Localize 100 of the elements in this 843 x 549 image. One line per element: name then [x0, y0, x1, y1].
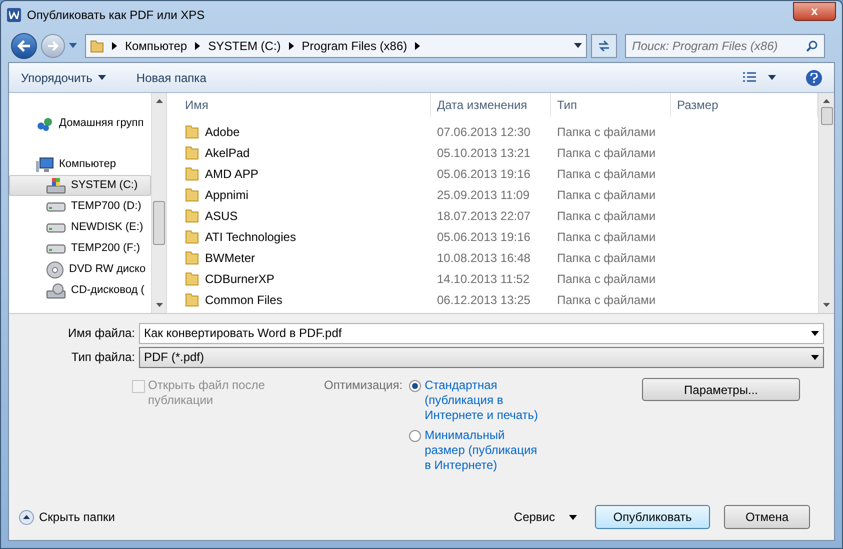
- new-folder-button[interactable]: Новая папка: [136, 68, 206, 86]
- file-name-cell[interactable]: BWMeter: [205, 248, 256, 266]
- folder-icon: [185, 292, 199, 307]
- collapse-icon: [19, 510, 34, 524]
- file-name-cell[interactable]: Appnimi: [205, 186, 248, 204]
- dropdown-arrow-icon: [98, 75, 106, 80]
- history-dropdown-icon[interactable]: [69, 42, 77, 48]
- help-icon[interactable]: [806, 70, 822, 86]
- table-cell-text: 05.06.2013 19:16: [436, 228, 532, 246]
- table-cell-text: 25.09.2013 11:09: [436, 186, 531, 204]
- breadcrumb-item[interactable]: Компьютер: [125, 36, 188, 54]
- table-cell-text: 18.07.2013 22:07: [436, 208, 532, 224]
- tools-menu-button[interactable]: Сервис: [514, 508, 577, 526]
- publish-button[interactable]: Опубликовать: [595, 505, 710, 529]
- table-cell-text: 05.06.2013 19:16: [436, 166, 532, 182]
- table-cell-text: Папка с файлами: [556, 208, 657, 224]
- column-header[interactable]: Тип: [551, 93, 671, 117]
- back-button[interactable]: [11, 32, 37, 58]
- table-cell-text: 07.06.2013 12:30: [436, 124, 532, 140]
- view-options-icon[interactable]: [742, 70, 758, 84]
- sidebar-item[interactable]: TEMP700 (D:): [9, 196, 151, 217]
- file-name-cell[interactable]: Adobe: [205, 122, 240, 140]
- hide-folders-button[interactable]: Скрыть папки: [19, 508, 115, 526]
- table-cell-text: 10.08.2013 16:48: [436, 250, 532, 266]
- file-name-cell[interactable]: CDBurnerXP: [205, 270, 274, 288]
- word-app-icon: [7, 8, 21, 22]
- folder-icon: [185, 166, 199, 181]
- dropdown-arrow-icon: [569, 514, 577, 520]
- file-list-scrollbar[interactable]: [818, 93, 834, 313]
- system-drive-icon: [46, 178, 66, 194]
- view-dropdown-icon[interactable]: [768, 75, 776, 80]
- breadcrumb-separator-icon[interactable]: [288, 42, 294, 50]
- table-cell-text: Папка с файлами: [556, 228, 657, 246]
- breadcrumb-separator-icon[interactable]: [415, 42, 420, 50]
- organize-menu-button[interactable]: Упорядочить: [21, 68, 106, 86]
- folder-icon: [185, 229, 199, 244]
- scroll-thumb[interactable]: [820, 107, 832, 125]
- sidebar-item[interactable]: Домашняя групп: [9, 113, 151, 134]
- scroll-down-icon[interactable]: [156, 303, 162, 307]
- sidebar-item[interactable]: DVD RW диско: [9, 259, 151, 280]
- table-cell-text: 06.12.2013 13:25: [436, 292, 532, 308]
- sidebar-item[interactable]: TEMP200 (F:): [9, 238, 151, 259]
- breadcrumb-item[interactable]: SYSTEM (C:): [208, 36, 281, 54]
- table-cell-text: 14.10.2013 11:52: [436, 270, 531, 288]
- breadcrumb-separator-icon[interactable]: [112, 42, 117, 50]
- radio-button[interactable]: [408, 380, 421, 392]
- file-name-label: Имя файла:: [67, 325, 135, 342]
- address-bar[interactable]: Компьютер SYSTEM (C:) Program Files (x86): [85, 34, 587, 58]
- table-cell-text: Папка с файлами: [556, 124, 657, 140]
- sidebar-item[interactable]: CD-дисковод (: [9, 280, 151, 301]
- network-icon: [36, 116, 54, 132]
- computer-icon: [36, 156, 54, 172]
- folder-icon: [90, 38, 104, 52]
- scroll-thumb[interactable]: [153, 201, 165, 245]
- sidebar-item[interactable]: Компьютер: [9, 154, 151, 175]
- options-button[interactable]: Параметры...: [642, 378, 800, 401]
- file-name-cell[interactable]: Common Files: [205, 290, 282, 308]
- scroll-up-icon[interactable]: [156, 99, 162, 103]
- table-cell-text: Папка с файлами: [556, 270, 657, 288]
- file-name-cell[interactable]: ASUS: [205, 206, 238, 224]
- breadcrumb-separator-icon[interactable]: [195, 42, 200, 50]
- column-header[interactable]: Дата изменения: [431, 93, 551, 117]
- scroll-down-icon[interactable]: [823, 303, 830, 307]
- left-arrow-icon: [17, 40, 31, 52]
- address-dropdown-icon[interactable]: [574, 43, 582, 48]
- radio-button[interactable]: [408, 430, 421, 442]
- refresh-button[interactable]: [591, 34, 617, 58]
- radio-label[interactable]: Минимальный размер (публикация в Интернете): [424, 428, 547, 473]
- right-arrow-icon: [47, 40, 59, 50]
- folder-icon: [185, 187, 199, 202]
- window-title: Опубликовать как PDF или XPS: [27, 7, 205, 24]
- column-header[interactable]: Имя: [167, 93, 431, 117]
- cancel-button[interactable]: Отмена: [724, 505, 810, 529]
- breadcrumb-item[interactable]: Program Files (x86): [302, 36, 408, 54]
- folder-icon: [185, 145, 199, 160]
- search-field[interactable]: Поиск: Program Files (x86): [625, 34, 825, 58]
- disc-drive-icon: [46, 282, 66, 298]
- folder-icon: [185, 271, 199, 286]
- dropdown-arrow-icon: [811, 330, 819, 336]
- table-cell-text: 05.10.2013 13:21: [436, 144, 532, 162]
- optimization-label: Оптимизация:: [324, 378, 403, 393]
- file-name-cell[interactable]: AkelPad: [205, 144, 250, 162]
- folder-icon: [185, 250, 199, 265]
- file-name-cell[interactable]: AMD APP: [205, 164, 258, 182]
- sidebar-item[interactable]: SYSTEM (C:): [9, 175, 151, 196]
- scroll-up-icon[interactable]: [823, 99, 830, 103]
- radio-label[interactable]: Стандартная (публикация в Интернете и печать): [424, 378, 547, 423]
- sidebar-item[interactable]: NEWDISK (E:): [9, 217, 151, 238]
- checkbox-label: Открыть файл после публикации: [148, 378, 266, 408]
- search-icon: [806, 40, 818, 52]
- refresh-icon: [597, 40, 611, 52]
- folder-icon: [185, 124, 199, 139]
- folder-icon: [185, 208, 199, 223]
- disc-icon: [46, 260, 64, 278]
- sidebar-scrollbar[interactable]: [151, 93, 167, 313]
- file-type-label: Тип файла:: [70, 349, 135, 366]
- drive-icon: [46, 202, 66, 212]
- table-cell-text: Папка с файлами: [556, 166, 657, 182]
- file-name-cell[interactable]: ATI Technologies: [205, 228, 296, 246]
- file-type-dropdown[interactable]: PDF (*.pdf): [139, 346, 824, 368]
